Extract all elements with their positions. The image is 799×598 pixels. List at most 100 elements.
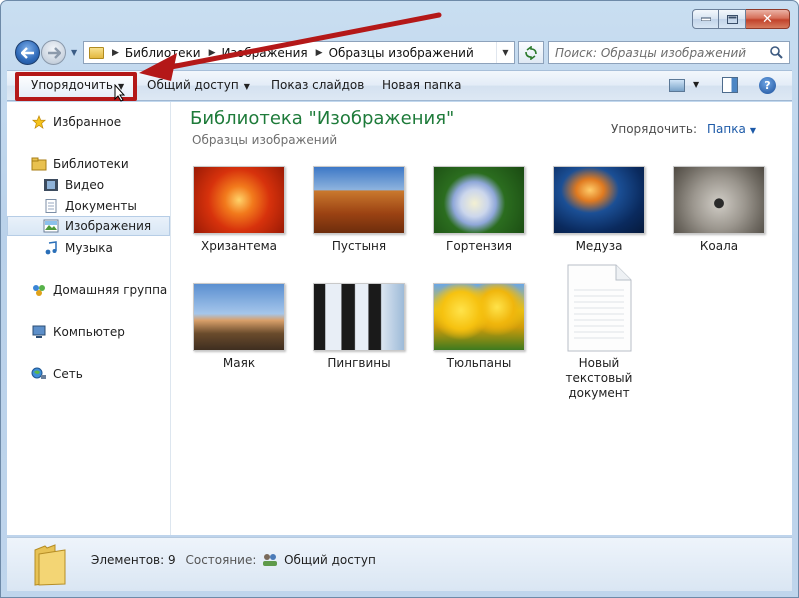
minimize-button[interactable] (692, 9, 719, 29)
library-title: Библиотека "Изображения" (190, 108, 455, 129)
chrysanthemum-thumbnail (193, 166, 285, 234)
file-name: Гортензия (446, 239, 512, 253)
file-item-hydrangeas[interactable]: Гортензия (424, 166, 534, 254)
new-folder-button[interactable]: Новая папка (382, 78, 461, 92)
desert-thumbnail (313, 166, 405, 234)
file-item-jellyfish[interactable]: Медуза (544, 166, 654, 254)
video-icon (44, 179, 58, 191)
homegroup-icon (33, 285, 45, 296)
preview-pane-icon[interactable] (722, 77, 738, 93)
jellyfish-thumbnail (553, 166, 645, 234)
folder-icon (34, 544, 66, 586)
breadcrumb-sample-pictures[interactable]: Образцы изображений (329, 46, 474, 60)
close-button[interactable]: ✕ (746, 9, 790, 29)
forward-button[interactable] (41, 40, 66, 65)
sidebar-item-computer[interactable]: Компьютер (7, 322, 170, 342)
navigation-bar: ▼ ▶ Библиотеки ▶ Изображения ▶ Образцы и… (11, 39, 790, 65)
file-name: Пустыня (331, 239, 387, 253)
sidebar-item-label: Библиотеки (53, 157, 129, 171)
sidebar-item-label: Домашняя группа (53, 283, 168, 297)
file-item-chrysanthemum[interactable]: Хризантема (184, 166, 294, 254)
music-icon (45, 241, 57, 255)
tulips-thumbnail (433, 283, 525, 351)
chevron-down-icon: ▼ (243, 82, 250, 91)
state-label: Состояние: (185, 553, 257, 567)
homegroup-share-icon (263, 554, 278, 566)
status-text: Элементов: 9 Состояние: Общий доступ (91, 553, 376, 567)
sidebar-item-label: Изображения (65, 219, 152, 233)
chevron-right-icon[interactable]: ▶ (112, 48, 119, 58)
sidebar-item-label: Сеть (53, 367, 83, 381)
arrange-label: Упорядочить: (611, 122, 698, 136)
file-name: Новый текстовый документ (565, 356, 633, 400)
sidebar-item-pictures[interactable]: Изображения (7, 216, 170, 236)
address-bar[interactable]: ▶ Библиотеки ▶ Изображения ▶ Образцы изо… (83, 41, 515, 64)
help-icon[interactable]: ? (759, 77, 776, 94)
change-view-icon[interactable] (669, 79, 685, 92)
refresh-button[interactable] (518, 41, 544, 64)
items-count-label: Элементов: (91, 553, 165, 567)
search-input[interactable] (555, 45, 765, 60)
mouse-cursor-icon (114, 84, 126, 102)
slideshow-button[interactable]: Показ слайдов (271, 78, 364, 92)
items-count: 9 (168, 553, 176, 567)
computer-icon (32, 325, 46, 338)
pictures-icon (43, 219, 59, 233)
navigation-pane: Избранное Библиотеки Видео Документы Изо… (7, 102, 171, 535)
sidebar-item-homegroup[interactable]: Домашняя группа (7, 280, 170, 300)
folder-icon (89, 46, 104, 59)
maximize-button[interactable] (719, 9, 746, 29)
libraries-icon (31, 157, 47, 171)
breadcrumb-libraries[interactable]: Библиотеки (125, 46, 201, 60)
file-item-desert[interactable]: Пустыня (304, 166, 414, 254)
sidebar-item-label: Избранное (53, 115, 122, 129)
arrange-by-control[interactable]: Упорядочить: Папка ▼ (611, 122, 756, 136)
search-box[interactable] (548, 41, 790, 64)
maximize-icon (726, 14, 738, 24)
file-item-new-text-document[interactable]: Новый текстовый документ (544, 264, 654, 401)
file-list-pane: Библиотека "Изображения" Образцы изображ… (172, 102, 792, 535)
view-options-dropdown[interactable]: ▼ (693, 80, 699, 89)
arrange-value[interactable]: Папка (707, 122, 746, 136)
minimize-icon (700, 17, 711, 21)
sidebar-item-label: Видео (65, 178, 105, 192)
network-icon (31, 367, 46, 379)
sidebar-item-network[interactable]: Сеть (7, 364, 170, 384)
koala-thumbnail (673, 166, 765, 234)
forward-arrow-icon (47, 46, 61, 59)
breadcrumb-pictures[interactable]: Изображения (222, 46, 308, 60)
sidebar-item-favorites[interactable]: Избранное (7, 112, 170, 132)
file-item-penguins[interactable]: Пингвины (304, 283, 414, 371)
chevron-down-icon[interactable]: ▼ (750, 126, 756, 135)
back-button[interactable] (15, 40, 40, 65)
sidebar-item-music[interactable]: Музыка (7, 238, 170, 258)
state-value: Общий доступ (284, 553, 376, 567)
chevron-right-icon[interactable]: ▶ (316, 48, 323, 58)
file-name: Медуза (575, 239, 623, 253)
file-item-koala[interactable]: Коала (664, 166, 774, 254)
sidebar-item-documents[interactable]: Документы (7, 196, 170, 216)
file-name: Хризантема (201, 239, 277, 253)
file-name: Тюльпаны (446, 356, 512, 370)
library-subtitle: Образцы изображений (192, 133, 338, 147)
close-icon: ✕ (762, 11, 773, 27)
chevron-right-icon[interactable]: ▶ (209, 48, 216, 58)
text-document-icon (567, 264, 632, 352)
file-item-tulips[interactable]: Тюльпаны (424, 283, 534, 371)
share-label: Общий доступ (147, 78, 239, 92)
sidebar-item-video[interactable]: Видео (7, 175, 170, 195)
explorer-window: ✕ ▼ ▶ Библиотеки ▶ Изображения ▶ Образцы… (0, 0, 799, 598)
address-dropdown-icon[interactable]: ▼ (496, 42, 514, 63)
file-name: Маяк (222, 356, 256, 370)
recent-pages-dropdown[interactable]: ▼ (71, 48, 77, 57)
new-folder-label: Новая папка (382, 78, 462, 92)
main-area: Избранное Библиотеки Видео Документы Изо… (7, 102, 792, 535)
sidebar-item-libraries[interactable]: Библиотеки (7, 154, 170, 174)
share-button[interactable]: Общий доступ ▼ (147, 78, 250, 92)
star-icon (31, 115, 47, 129)
caption-buttons: ✕ (692, 9, 790, 29)
file-item-lighthouse[interactable]: Маяк (184, 283, 294, 371)
search-icon[interactable] (770, 46, 783, 59)
sidebar-item-label: Музыка (65, 241, 113, 255)
sidebar-item-label: Компьютер (53, 325, 125, 339)
